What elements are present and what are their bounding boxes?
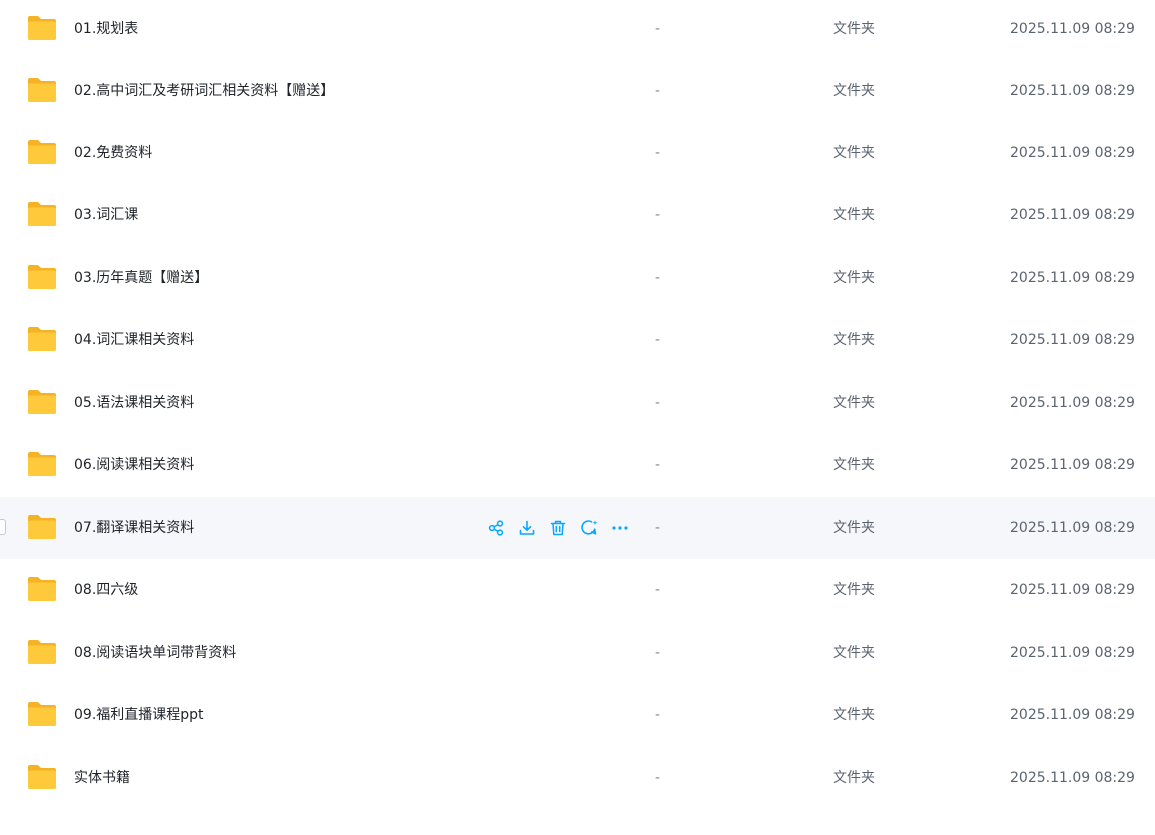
file-size: - <box>655 21 661 37</box>
file-name[interactable]: 01.规划表 <box>74 0 138 60</box>
file-row[interactable]: 09.福利直播课程ppt - 文件夹 2025.11.09 08:29 <box>0 684 1155 746</box>
file-name[interactable]: 07.翻译课相关资料 <box>74 497 194 559</box>
file-size: - <box>655 332 661 348</box>
file-name[interactable]: 02.免费资料 <box>74 122 152 184</box>
file-name[interactable]: 03.历年真题【赠送】 <box>74 247 208 309</box>
file-size: - <box>655 395 661 411</box>
file-type: 文件夹 <box>833 520 875 536</box>
file-size: - <box>655 707 661 723</box>
file-list: 01.规划表 - 文件夹 2025.11.09 08:29 02.高中词汇及考研… <box>0 0 1155 835</box>
file-date: 2025.11.09 08:29 <box>1010 332 1135 348</box>
file-row[interactable]: 03.词汇课 - 文件夹 2025.11.09 08:29 <box>0 184 1155 246</box>
file-row[interactable]: 04.词汇课相关资料 - 文件夹 2025.11.09 08:29 <box>0 309 1155 371</box>
file-row[interactable]: 05.语法课相关资料 - 文件夹 2025.11.09 08:29 <box>0 372 1155 434</box>
file-name[interactable]: 实体书籍 <box>74 747 130 809</box>
file-size: - <box>655 145 661 161</box>
file-date: 2025.11.09 08:29 <box>1010 83 1135 99</box>
folder-icon <box>26 76 58 104</box>
file-date: 2025.11.09 08:29 <box>1010 707 1135 723</box>
file-type: 文件夹 <box>833 770 875 786</box>
file-size: - <box>655 270 661 286</box>
more-icon[interactable] <box>610 518 630 538</box>
file-row[interactable]: 02.高中词汇及考研词汇相关资料【赠送】 - 文件夹 2025.11.09 08… <box>0 60 1155 122</box>
file-date: 2025.11.09 08:29 <box>1010 582 1135 598</box>
file-type: 文件夹 <box>833 145 875 161</box>
file-name[interactable]: 08.四六级 <box>74 559 138 621</box>
folder-icon <box>26 263 58 291</box>
file-name[interactable]: 02.高中词汇及考研词汇相关资料【赠送】 <box>74 60 334 122</box>
file-type: 文件夹 <box>833 83 875 99</box>
download-icon[interactable] <box>517 518 537 538</box>
file-type: 文件夹 <box>833 21 875 37</box>
folder-icon <box>26 700 58 728</box>
file-size: - <box>655 457 661 473</box>
file-name[interactable]: 03.词汇课 <box>74 184 138 246</box>
file-name[interactable]: 09.福利直播课程ppt <box>74 684 204 746</box>
folder-icon <box>26 200 58 228</box>
file-name[interactable]: 06.阅读课相关资料 <box>74 434 194 496</box>
file-row-hovered[interactable]: 07.翻译课相关资料 - 文件夹 2025.11.09 08:29 <box>0 497 1155 559</box>
file-date: 2025.11.09 08:29 <box>1010 770 1135 786</box>
file-row[interactable]: 实体书籍 - 文件夹 2025.11.09 08:29 <box>0 747 1155 809</box>
folder-icon <box>26 138 58 166</box>
file-name[interactable]: 08.阅读语块单词带背资料 <box>74 622 236 684</box>
file-size: - <box>655 770 661 786</box>
file-size: - <box>655 582 661 598</box>
file-type: 文件夹 <box>833 332 875 348</box>
folder-icon <box>26 763 58 791</box>
folder-icon <box>26 638 58 666</box>
folder-icon <box>26 388 58 416</box>
file-size: - <box>655 207 661 223</box>
folder-icon <box>26 450 58 478</box>
comment-icon[interactable] <box>579 518 599 538</box>
file-row[interactable]: 03.历年真题【赠送】 - 文件夹 2025.11.09 08:29 <box>0 247 1155 309</box>
file-row[interactable]: 08.阅读语块单词带背资料 - 文件夹 2025.11.09 08:29 <box>0 622 1155 684</box>
file-date: 2025.11.09 08:29 <box>1010 21 1135 37</box>
file-type: 文件夹 <box>833 707 875 723</box>
file-type: 文件夹 <box>833 207 875 223</box>
file-date: 2025.11.09 08:29 <box>1010 520 1135 536</box>
row-checkbox[interactable] <box>0 519 6 535</box>
file-type: 文件夹 <box>833 457 875 473</box>
file-size: - <box>655 645 661 661</box>
file-date: 2025.11.09 08:29 <box>1010 457 1135 473</box>
folder-icon <box>26 513 58 541</box>
file-type: 文件夹 <box>833 270 875 286</box>
folder-icon <box>26 575 58 603</box>
file-type: 文件夹 <box>833 582 875 598</box>
file-date: 2025.11.09 08:29 <box>1010 395 1135 411</box>
file-date: 2025.11.09 08:29 <box>1010 270 1135 286</box>
row-actions <box>486 518 641 538</box>
file-row[interactable]: 02.免费资料 - 文件夹 2025.11.09 08:29 <box>0 122 1155 184</box>
file-date: 2025.11.09 08:29 <box>1010 207 1135 223</box>
file-name[interactable]: 05.语法课相关资料 <box>74 372 194 434</box>
file-type: 文件夹 <box>833 395 875 411</box>
file-date: 2025.11.09 08:29 <box>1010 145 1135 161</box>
folder-icon <box>26 14 58 42</box>
file-name[interactable]: 04.词汇课相关资料 <box>74 309 194 371</box>
folder-icon <box>26 325 58 353</box>
file-row[interactable]: 06.阅读课相关资料 - 文件夹 2025.11.09 08:29 <box>0 434 1155 496</box>
file-row[interactable]: 08.四六级 - 文件夹 2025.11.09 08:29 <box>0 559 1155 621</box>
file-size: - <box>655 83 661 99</box>
file-type: 文件夹 <box>833 645 875 661</box>
file-date: 2025.11.09 08:29 <box>1010 645 1135 661</box>
share-icon[interactable] <box>486 518 506 538</box>
delete-icon[interactable] <box>548 518 568 538</box>
file-row[interactable]: 01.规划表 - 文件夹 2025.11.09 08:29 <box>0 0 1155 60</box>
file-size: - <box>655 520 661 536</box>
